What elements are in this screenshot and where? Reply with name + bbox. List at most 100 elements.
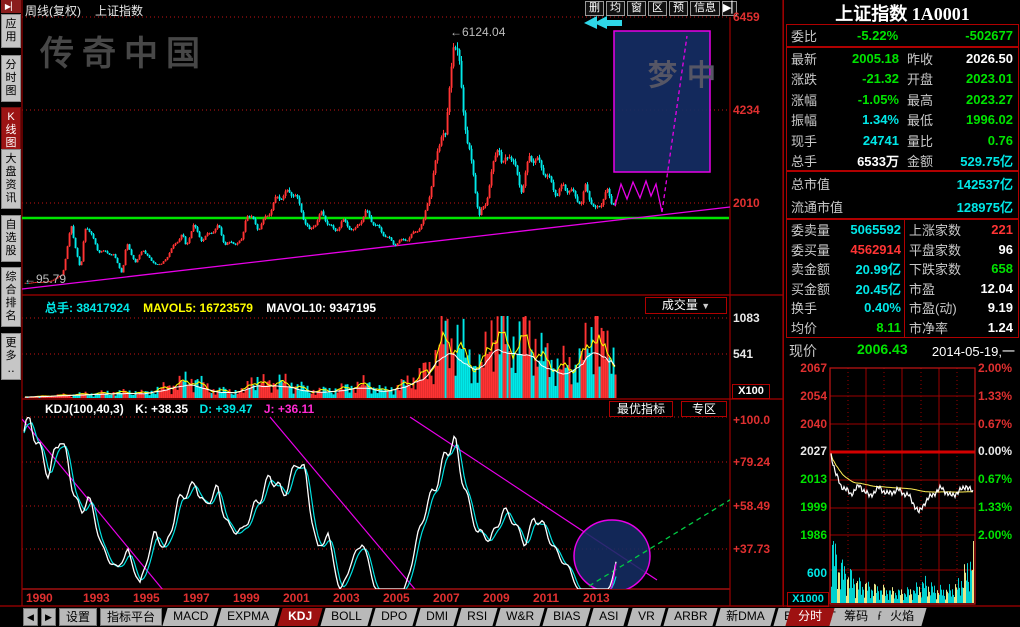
quote-label: 总市值 xyxy=(787,174,867,193)
sidebar-item-4[interactable]: 大 盘 资 讯 xyxy=(1,149,21,209)
year-label: 2003 xyxy=(333,591,360,605)
volume-total-label: 总手: 38417924 xyxy=(45,301,130,315)
weicha-value: -502677 xyxy=(922,28,1019,43)
quote-label: 买金额 xyxy=(787,279,833,298)
indicator-tab-asi[interactable]: ASI xyxy=(589,608,630,626)
indicator-tab-dmi[interactable]: DMI xyxy=(416,608,459,626)
quote-value: 128975亿 xyxy=(867,197,1018,216)
quote-label: 最高 xyxy=(899,90,947,109)
quote-label: 市盈(动) xyxy=(901,298,965,317)
quote-label: 开盘 xyxy=(899,69,947,88)
sidebar-item-7[interactable]: 更 多 ‥ xyxy=(1,333,21,380)
chart-title: 周线(复权)上证指数 xyxy=(25,2,157,19)
mavol10-label: MAVOL10: 9347195 xyxy=(266,301,376,315)
kdj-axis-label: +58.49 xyxy=(733,499,770,513)
indicator-tab-rsi[interactable]: RSI xyxy=(457,608,498,626)
drawing-tool-1[interactable]: 删 xyxy=(585,1,604,16)
view-tab-分时[interactable]: 分时 xyxy=(785,608,834,626)
quote-value: 142537亿 xyxy=(867,174,1018,193)
play-icon[interactable]: ▶▏ xyxy=(1,0,21,13)
view-tab-火焰[interactable]: 火焰 xyxy=(877,608,926,626)
quote-value: 2023.27 xyxy=(947,92,1018,107)
kdj-k-label: K: +38.35 xyxy=(135,402,188,416)
sidebar-item-6[interactable]: 综 合 排 名 xyxy=(1,267,21,327)
indicator-tab-w&r[interactable]: W&R xyxy=(496,608,545,626)
main-axis-label: 4234 xyxy=(733,103,760,117)
quote-detail-box: 委卖量5065592上涨家数221委买量4562914平盘家数96卖金额20.9… xyxy=(786,219,1019,338)
quote-label: 振幅 xyxy=(787,110,827,129)
indicator-tab-kdj[interactable]: KDJ xyxy=(278,608,323,626)
indicator-tab-boll[interactable]: BOLL xyxy=(321,608,373,626)
kdj-axis-label: +37.73 xyxy=(733,542,770,556)
quote-label: 委卖量 xyxy=(787,220,833,239)
indicator-tab-dpo[interactable]: DPO xyxy=(371,608,418,626)
intraday-price-label: 1986 xyxy=(787,528,827,542)
kdj-formula-label: KDJ(100,40,3) xyxy=(45,402,124,416)
best-indicator-button[interactable]: 最优指标 xyxy=(609,401,673,417)
kdj-axis-label: +79.24 xyxy=(733,455,770,469)
divider xyxy=(904,220,905,337)
app-window: 周线(复权)上证指数 删均窗区预信息▶▏ ▶▏应 用分 时 图K 线 图大 盘 … xyxy=(0,0,1020,627)
volume-axis-label: 1083 xyxy=(733,311,760,325)
quote-label: 涨跌 xyxy=(787,69,827,88)
sidebar-item-1[interactable]: 应 用 xyxy=(1,14,21,48)
quote-cap-box: 总市值142537亿流通市值128975亿 xyxy=(786,171,1019,219)
indicator-tab-新dma[interactable]: 新DMA xyxy=(715,608,775,626)
quote-value: 20.45亿 xyxy=(833,279,901,298)
quote-label: 委买量 xyxy=(787,240,833,259)
indicator-tab-expma[interactable]: EXPMA xyxy=(217,608,280,626)
drawing-tool-2[interactable]: 均 xyxy=(606,1,625,16)
zone-button[interactable]: 专区 xyxy=(681,401,727,417)
indicator-tab-arbr[interactable]: ARBR xyxy=(663,608,718,626)
indicator-tab-macd[interactable]: MACD xyxy=(162,608,219,626)
volume-unit-box: X100 xyxy=(732,384,770,399)
drawing-tool-6[interactable]: 信息 xyxy=(690,1,720,16)
sidebar-item-5[interactable]: 自 选 股 xyxy=(1,215,21,262)
sidebar-item-2[interactable]: 分 时 图 xyxy=(1,55,21,102)
quote-label: 涨幅 xyxy=(787,90,827,109)
intraday-pct-label: 0.00% xyxy=(978,444,1012,458)
drawing-tool-4[interactable]: 区 xyxy=(648,1,667,16)
quote-label: 金额 xyxy=(899,151,947,170)
kdj-j-label: J: +36.11 xyxy=(264,402,314,416)
intraday-price-label: 2013 xyxy=(787,472,827,486)
toolbar-button-2[interactable]: 指标平台 xyxy=(100,608,162,626)
quote-row: 总手6533万金额529.75亿 xyxy=(787,151,1018,172)
intraday-price-label: 2067 xyxy=(787,361,827,375)
quote-main-box: 最新2005.18昨收2026.50涨跌-21.32开盘2023.01涨幅-1.… xyxy=(786,47,1019,171)
view-tab-筹码[interactable]: 筹码 xyxy=(831,608,880,626)
quote-row: 涨跌-21.32开盘2023.01 xyxy=(787,69,1018,90)
volume-type-label: 成交量 xyxy=(662,298,698,312)
indicator-tab-vr[interactable]: VR xyxy=(627,608,665,626)
year-label: 1997 xyxy=(183,591,210,605)
watermark-text: 传奇中国 xyxy=(40,26,208,75)
quote-value: 12.04 xyxy=(965,281,1018,296)
quote-panel: 上证指数 1A0001 委比 -5.22% -502677 最新2005.18昨… xyxy=(783,0,1020,607)
quote-label: 市盈 xyxy=(901,279,965,298)
quote-value: 1.24 xyxy=(965,320,1018,335)
scroll-right-button[interactable]: ▶ xyxy=(41,608,56,626)
year-label: 1990 xyxy=(26,591,53,605)
low-annotation: ←95.79 xyxy=(24,272,66,286)
quote-value: 658 xyxy=(965,261,1018,276)
sidebar-item-3[interactable]: K 线 图 xyxy=(1,107,21,154)
scroll-left-button[interactable]: ◀ xyxy=(23,608,38,626)
quote-value: -21.32 xyxy=(827,71,899,86)
drawing-tool-3[interactable]: 窗 xyxy=(627,1,646,16)
year-label: 1999 xyxy=(233,591,260,605)
year-label: 2001 xyxy=(283,591,310,605)
intraday-price-label: 1999 xyxy=(787,500,827,514)
intraday-pct-label: 0.67% xyxy=(978,417,1012,431)
volume-type-dropdown[interactable]: 成交量 ▼ xyxy=(645,297,727,314)
quote-value: 0.40% xyxy=(833,300,901,315)
indicator-toolbar: ◀▶设置指标平台MACDEXPMAKDJBOLLDPODMIRSIW&RBIAS… xyxy=(23,608,902,626)
quote-value: 2023.01 xyxy=(947,71,1018,86)
quote-detail-row: 委买量4562914平盘家数96 xyxy=(787,240,1018,260)
indicator-tab-bias[interactable]: BIAS xyxy=(543,608,592,626)
intraday-unit-box: X1000 xyxy=(787,592,829,607)
peak-annotation: ←6124.04 xyxy=(450,25,505,39)
drawing-tool-5[interactable]: 预 xyxy=(669,1,688,16)
toolbar-button-1[interactable]: 设置 xyxy=(59,608,97,626)
kdj-axis-label: +100.0 xyxy=(733,413,770,427)
quote-value: 0.76 xyxy=(947,133,1018,148)
